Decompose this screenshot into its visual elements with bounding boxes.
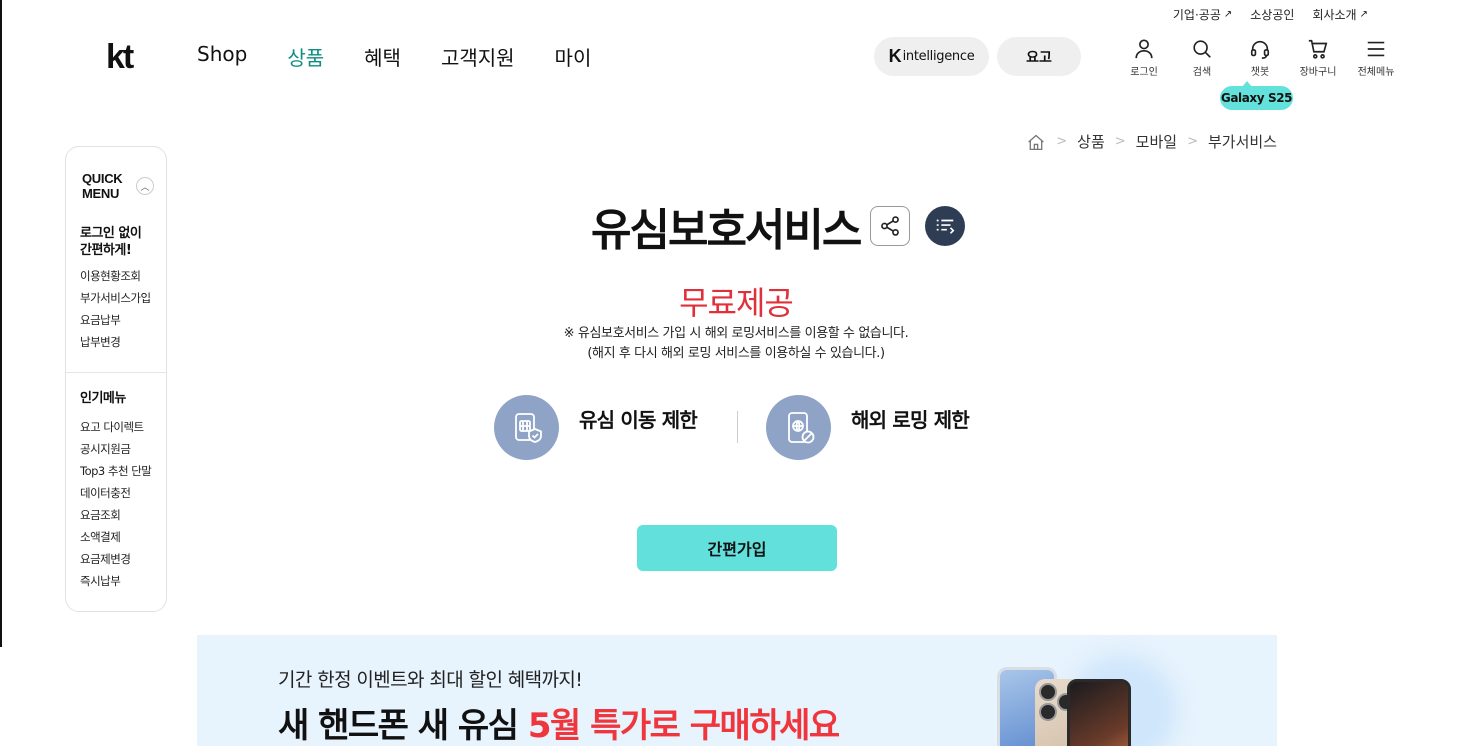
banner-subtitle: 기간 한정 이벤트와 최대 할인 혜택까지! xyxy=(278,669,583,691)
page-title: 유심보호서비스 xyxy=(591,205,862,256)
quick-join-button[interactable]: 간편가입 xyxy=(637,525,837,571)
share-icon xyxy=(881,216,900,236)
camera-lens xyxy=(1039,703,1057,721)
sim-lock-icon xyxy=(494,395,559,460)
external-link-icon: ↗ xyxy=(1359,9,1368,20)
login-button[interactable]: 로그인 xyxy=(1115,38,1173,78)
header-icons: 로그인 검색 챗봇 장바구니 전체메뉴 xyxy=(1115,38,1405,78)
utility-links: 기업·공공 ↗ 소상공인 회사소개 ↗ xyxy=(1173,6,1368,23)
external-link-icon: ↗ xyxy=(1223,9,1233,20)
user-icon xyxy=(1135,39,1153,59)
price-free: 무료제공 xyxy=(679,284,794,322)
utility-link-small-business[interactable]: 소상공인 xyxy=(1250,6,1294,23)
kt-logo[interactable]: kt xyxy=(106,40,134,74)
quick-item[interactable]: 요금제변경 xyxy=(80,548,151,570)
promo-banner[interactable]: 기간 한정 이벤트와 최대 할인 혜택까지! 새 핸드폰 새 유심 5월 특가로… xyxy=(197,635,1277,746)
nav-item-benefits[interactable]: 혜택 xyxy=(364,42,401,71)
quick-section-no-login: 로그인 없이 간편하게! xyxy=(80,226,142,258)
galaxy-s25-badge[interactable]: Galaxy S25 xyxy=(1220,81,1293,110)
feature-label: 유심 이동 제한 xyxy=(579,408,698,432)
search-icon xyxy=(1193,40,1211,58)
chatbot-button[interactable]: 챗봇 xyxy=(1231,38,1289,78)
utility-link-company[interactable]: 회사소개 ↗ xyxy=(1312,6,1368,23)
menu-icon xyxy=(1367,41,1385,57)
quick-item[interactable]: 공시지원금 xyxy=(80,438,151,460)
main-nav: Shop 상품 혜택 고객지원 마이 xyxy=(197,42,591,71)
quick-item[interactable]: Top3 추천 단말 xyxy=(80,460,152,482)
headset-icon xyxy=(1250,40,1270,59)
banner-headline: 새 핸드폰 새 유심 5월 특가로 구매하세요 xyxy=(278,706,840,746)
quick-item[interactable]: 요금조회 xyxy=(80,504,151,526)
quick-menu-title: QUICK MENU xyxy=(82,171,123,201)
breadcrumb-products[interactable]: 상품 xyxy=(1077,131,1105,152)
quick-item[interactable]: 소액결제 xyxy=(80,526,151,548)
feature-divider xyxy=(737,411,738,443)
nav-item-products[interactable]: 상품 xyxy=(287,42,324,71)
cart-button[interactable]: 장바구니 xyxy=(1289,38,1347,78)
camera-lens xyxy=(1039,683,1057,701)
service-list-button[interactable] xyxy=(925,206,966,246)
quick-section-popular: 인기메뉴 xyxy=(80,391,126,406)
nav-item-support[interactable]: 고객지원 xyxy=(441,42,515,71)
share-button[interactable] xyxy=(870,206,911,246)
breadcrumb-mobile[interactable]: 모바일 xyxy=(1136,131,1177,152)
utility-link-enterprise[interactable]: 기업·공공 ↗ xyxy=(1173,6,1232,23)
k-logo-icon: K xyxy=(888,46,902,66)
roaming-notice: ※ 유심보호서비스 가입 시 해외 로밍서비스를 이용할 수 없습니다. (해지… xyxy=(563,326,909,361)
yogo-button[interactable]: 요고 xyxy=(997,37,1081,76)
quick-item[interactable]: 데이터충전 xyxy=(80,482,151,504)
quick-divider xyxy=(66,372,166,373)
quick-menu: QUICK MENU ︿ 로그인 없이 간편하게! 이용현황조회 부가서비스가입… xyxy=(65,146,167,612)
title-row: 유심보호서비스 xyxy=(591,194,966,258)
phone-image xyxy=(1067,679,1131,746)
nav-item-my[interactable]: 마이 xyxy=(555,42,592,71)
home-icon[interactable] xyxy=(1026,133,1046,151)
quick-item[interactable]: 요고 다이렉트 xyxy=(80,416,151,438)
k-intelligence-button[interactable]: K intelligence xyxy=(874,37,989,76)
chevron-right-icon: > xyxy=(1187,134,1198,149)
breadcrumb: > 상품 > 모바일 > 부가서비스 xyxy=(1026,131,1277,152)
chevron-up-icon[interactable]: ︿ xyxy=(136,177,154,195)
feature-label: 해외 로밍 제한 xyxy=(851,408,970,432)
chevron-right-icon: > xyxy=(1056,134,1068,149)
chevron-right-icon: > xyxy=(1114,134,1126,149)
nav-item-shop[interactable]: Shop xyxy=(197,42,247,71)
roaming-block-icon xyxy=(766,395,831,460)
feature-roaming-limit: 해외 로밍 제한 xyxy=(766,395,970,460)
breadcrumb-addon-service[interactable]: 부가서비스 xyxy=(1208,131,1277,152)
feature-sim-move-limit: 유심 이동 제한 xyxy=(494,395,698,460)
all-menu-button[interactable]: 전체메뉴 xyxy=(1347,38,1405,78)
quick-list-popular: 요고 다이렉트 공시지원금 Top3 추천 단말 데이터충전 요금조회 소액결제… xyxy=(80,416,152,592)
list-icon xyxy=(937,219,955,234)
search-button[interactable]: 검색 xyxy=(1173,38,1231,78)
cart-icon xyxy=(1308,39,1328,59)
quick-item[interactable]: 즉시납부 xyxy=(80,570,151,592)
